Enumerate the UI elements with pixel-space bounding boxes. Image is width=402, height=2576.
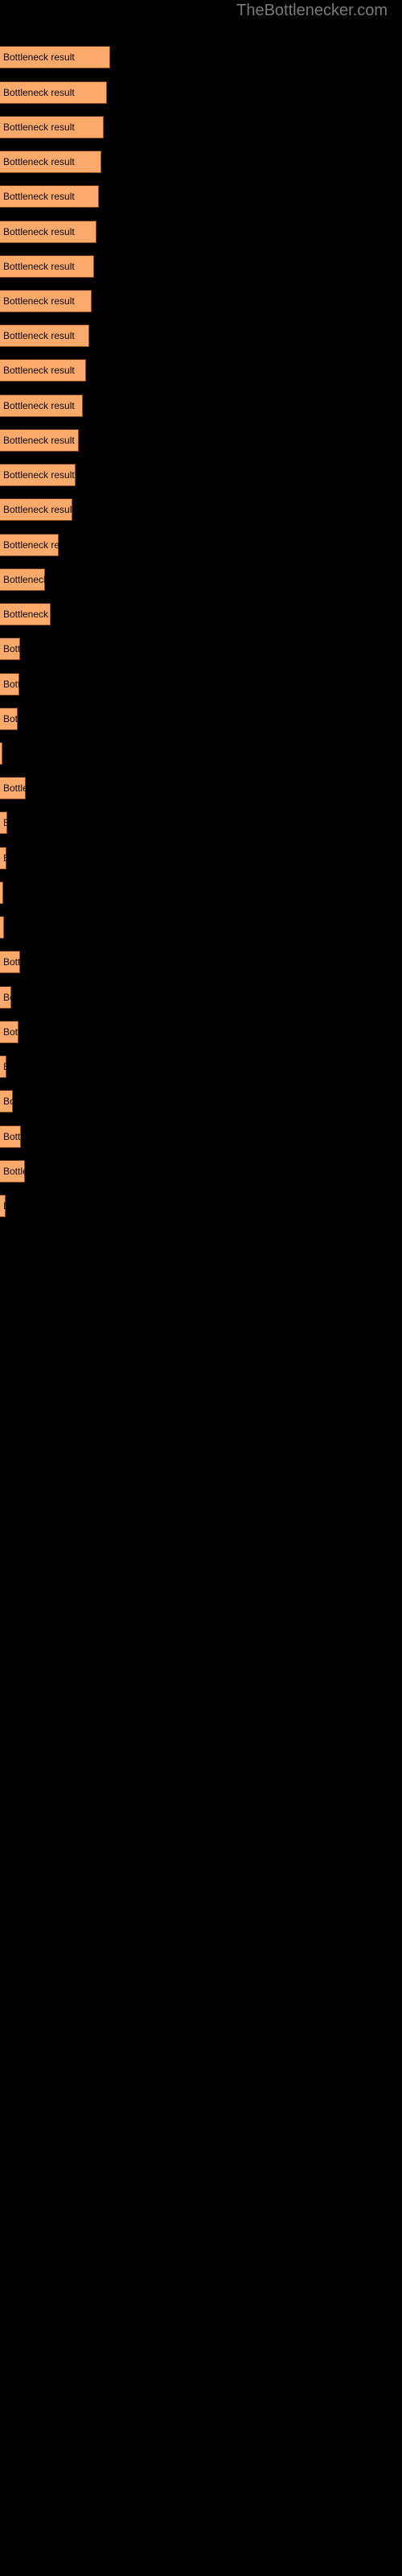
bar-label: Bottleneck result — [3, 916, 4, 939]
bar-label: Bottleneck result — [3, 847, 6, 869]
bar-label: Bottleneck result — [3, 1166, 25, 1177]
bar-label-clip: Bottleneck result — [0, 81, 107, 104]
bar-label: Bottleneck result — [3, 643, 20, 654]
bar-label-clip: Bottleneck result — [0, 46, 110, 68]
bar-label: Bottleneck result — [3, 1026, 18, 1038]
bar-label: Bottleneck result — [3, 400, 75, 411]
bar-label-clip: Bottleneck result — [0, 951, 20, 973]
bar-label-clip: Bottleneck result — [0, 916, 4, 939]
bar-label: Bottleneck result — [3, 539, 59, 551]
bar-label-clip: Bottleneck result — [0, 116, 104, 138]
bar-label-clip: Bottleneck result — [0, 1160, 25, 1183]
bar-label: Bottleneck result — [3, 191, 75, 202]
bar-label-clip: Bottleneck result — [0, 811, 7, 834]
bar-label-clip: Bottleneck result — [0, 638, 20, 660]
bar-label: Bottleneck result — [3, 609, 51, 620]
bar-label: Bottleneck result — [3, 261, 75, 272]
bar-label-clip: Bottleneck result — [0, 881, 3, 904]
bar-label: Bottleneck result — [3, 992, 11, 1003]
bar-label-clip: Bottleneck result — [0, 603, 51, 625]
bar-label-clip: Bottleneck result — [0, 255, 94, 278]
bar-label-clip: Bottleneck result — [0, 986, 11, 1009]
bar-label-clip: Bottleneck result — [0, 1090, 13, 1113]
bar-label-clip: Bottleneck result — [0, 185, 99, 208]
bar-label-clip: Bottleneck result — [0, 1125, 21, 1148]
bar-label-clip: Bottleneck result — [0, 324, 89, 347]
bar-label: Bottleneck result — [3, 156, 75, 167]
bar-label-clip: Bottleneck result — [0, 290, 92, 312]
bar-label-clip: Bottleneck result — [0, 742, 2, 765]
bar-label: Bottleneck result — [3, 435, 75, 446]
bar-label-clip: Bottleneck result — [0, 673, 19, 696]
bar-label: Bottleneck result — [3, 122, 75, 133]
bar-label: Bottleneck result — [3, 956, 20, 968]
bottleneck-bar-chart: TheBottlenecker.com Bottleneck result Bot… — [0, 0, 402, 2576]
bar-label-clip: Bottleneck result — [0, 359, 86, 382]
bar-label: Bottleneck result — [3, 1096, 13, 1107]
bar-label: Bottleneck result — [3, 469, 75, 481]
bar-label: Bottleneck result — [3, 1131, 21, 1142]
bar-label: Bottleneck result — [3, 1055, 6, 1078]
bar-label-clip: Bottleneck result — [0, 777, 26, 799]
bar-label: Bottleneck result — [3, 365, 75, 376]
bar-label: Bottleneck result — [3, 87, 75, 98]
bar-label-clip: Bottleneck result — [0, 534, 59, 556]
bar-label: Bottleneck result — [3, 295, 75, 307]
bar-label: Bottleneck result — [3, 679, 19, 690]
bar-label-clip: Bottleneck result — [0, 429, 79, 452]
bar-label-clip: Bottleneck result — [0, 464, 76, 486]
bar-label-clip: Bottleneck result — [0, 498, 72, 521]
bar-label: Bottleneck result — [3, 713, 18, 724]
bar-label: Bottleneck result — [3, 1195, 6, 1217]
bar-label: Bottleneck result — [3, 226, 75, 237]
bar-label-clip: Bottleneck result — [0, 847, 6, 869]
bar-label-clip: Bottleneck result — [0, 394, 83, 417]
bar-label-clip: Bottleneck result — [0, 151, 101, 173]
bar-label: Bottleneck result — [3, 782, 26, 794]
bar-label-clip: Bottleneck result — [0, 568, 45, 591]
plot-area: Bottleneck result Bottleneck result Bottle… — [0, 0, 402, 2576]
bar-label: Bottleneck result — [3, 574, 45, 585]
bar-label-clip: Bottleneck result — [0, 221, 96, 243]
bar-label: Bottleneck result — [3, 330, 75, 341]
bar-label: Bottleneck result — [3, 817, 7, 828]
bar-label-clip: Bottleneck result — [0, 1055, 6, 1078]
bar-label: Bottleneck result — [3, 504, 72, 515]
bar-label: Bottleneck result — [3, 52, 75, 63]
bar-label-clip: Bottleneck result — [0, 708, 18, 730]
bar-label-clip: Bottleneck result — [0, 1195, 6, 1217]
bar-label-clip: Bottleneck result — [0, 1021, 18, 1043]
